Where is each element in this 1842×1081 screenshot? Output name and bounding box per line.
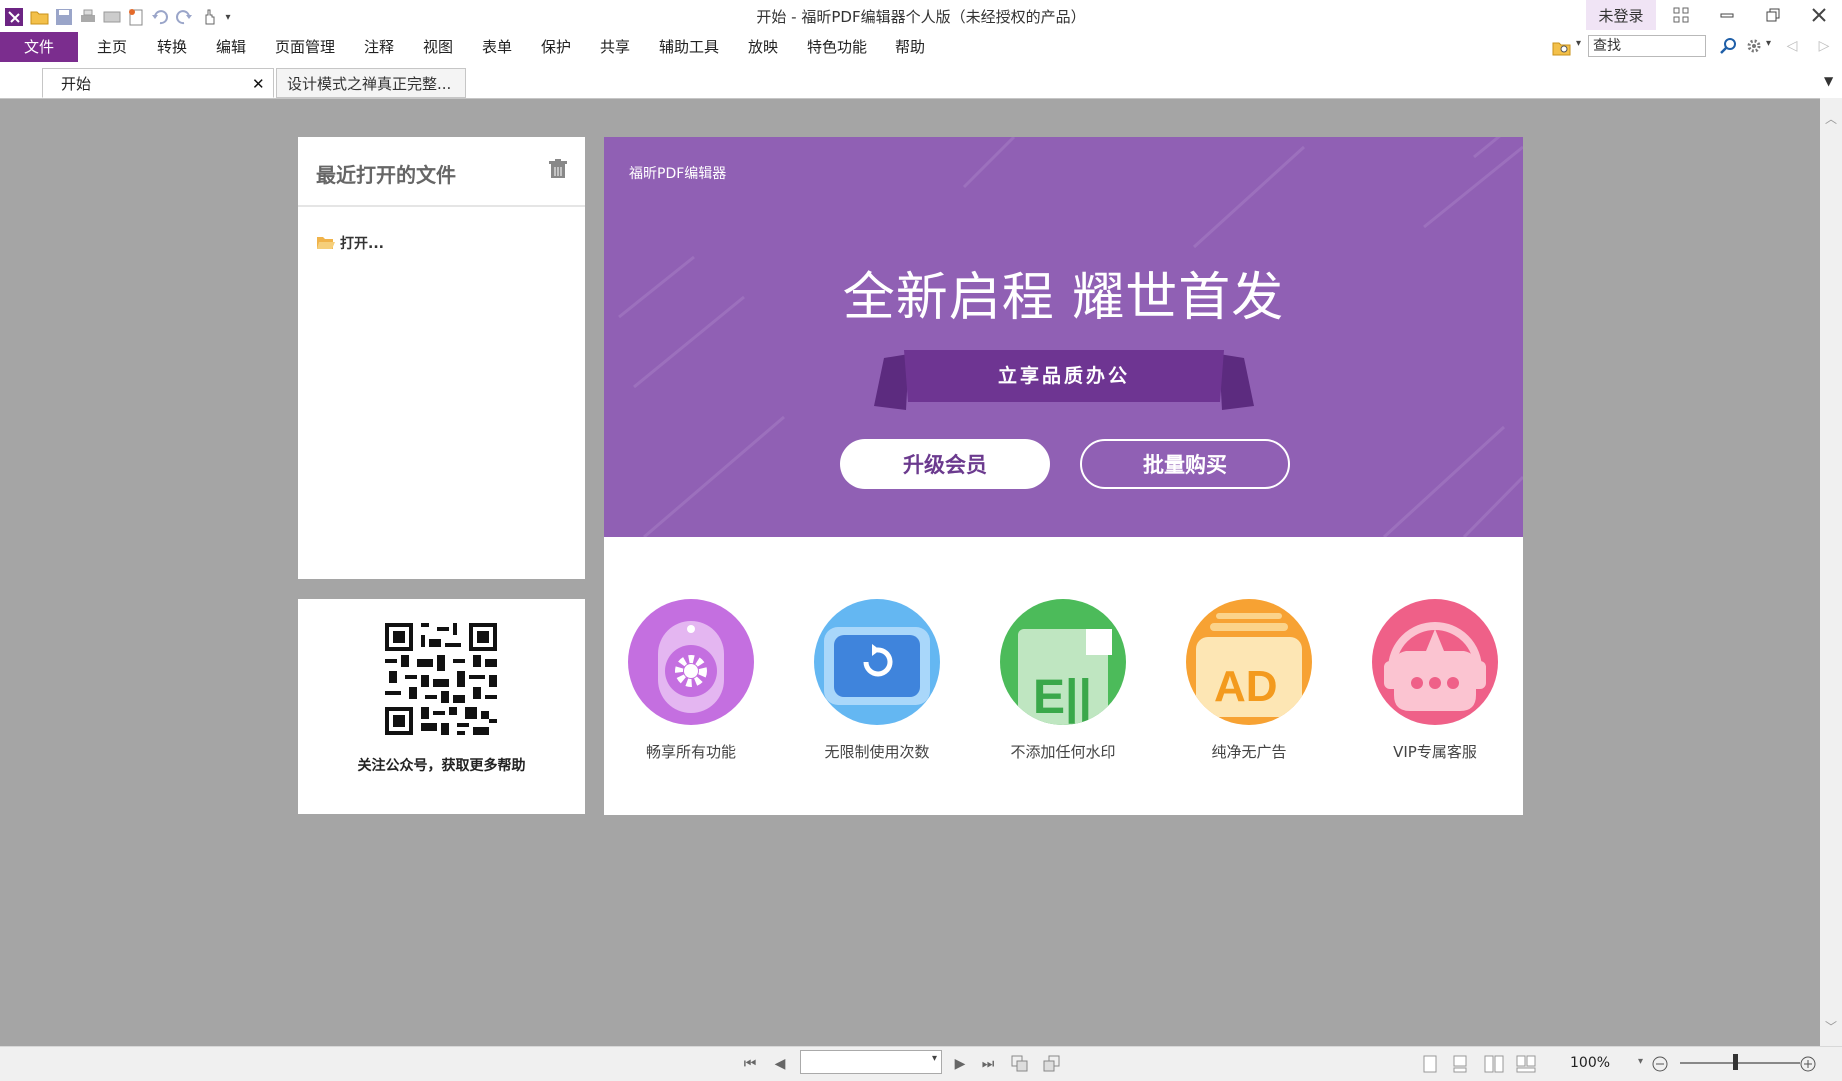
upgrade-member-button[interactable]: 升级会员 (840, 439, 1050, 489)
open-file-label: 打开... (340, 236, 384, 252)
ad-icon: AD (1186, 599, 1312, 725)
scroll-down-icon[interactable]: ﹀ (1825, 1018, 1837, 1035)
menu-file[interactable]: 文件 (0, 32, 78, 62)
forward-arrow-icon[interactable]: ▷ (1814, 36, 1834, 56)
zoom-in-icon[interactable] (1798, 1054, 1818, 1074)
menu-protect[interactable]: 保护 (534, 32, 578, 62)
refresh-icon (814, 599, 940, 725)
find-files-icon[interactable] (1552, 37, 1572, 57)
trash-icon[interactable] (548, 159, 568, 183)
stamp-icon: E|| (1000, 599, 1126, 725)
facing-view-icon[interactable] (1484, 1054, 1504, 1074)
search-icon[interactable] (1718, 36, 1738, 56)
settings-gear-icon[interactable] (1744, 36, 1764, 56)
zoom-slider[interactable] (1680, 1062, 1800, 1064)
svg-text:E||: E|| (1033, 671, 1092, 724)
recent-files-title: 最近打开的文件 (316, 163, 456, 187)
recent-files-panel: 最近打开的文件 打开... (298, 137, 585, 579)
promo-ribbon-text: 立享品质办公 (997, 365, 1130, 387)
zoom-slider-thumb[interactable] (1733, 1054, 1738, 1070)
tab-start[interactable]: 开始 (42, 68, 274, 98)
zoom-level[interactable]: 100% (1570, 1055, 1610, 1071)
first-page-icon[interactable]: ⏮ (740, 1054, 760, 1074)
continuous-facing-view-icon[interactable] (1516, 1054, 1536, 1074)
vertical-scrollbar[interactable]: ︿ ﹀ (1820, 98, 1842, 1046)
zoom-out-icon[interactable] (1650, 1054, 1670, 1074)
qr-panel: 关注公众号，获取更多帮助 (298, 599, 585, 814)
previous-view-icon[interactable] (1010, 1054, 1030, 1074)
folder-open-icon (317, 237, 335, 249)
scroll-up-icon[interactable]: ︿ (1825, 110, 1837, 127)
last-page-icon[interactable]: ⏭ (978, 1054, 998, 1074)
promo-banner: 福昕PDF编辑器 全新启程 耀世首发 立享品质办公 升级会员 批量购买 (604, 137, 1523, 537)
menu-convert[interactable]: 转换 (150, 32, 194, 62)
page-number-input[interactable]: ▾ (800, 1050, 942, 1074)
tab-document[interactable]: 设计模式之禅真正完整... (276, 68, 466, 98)
menu-featured[interactable]: 特色功能 (802, 32, 872, 62)
tab-label: 开始 (61, 75, 92, 93)
qr-code-image (385, 623, 497, 735)
tab-list-dropdown-icon[interactable]: ▼ (1824, 74, 1833, 88)
tab-close-icon[interactable]: ✕ (252, 75, 265, 93)
menu-comment[interactable]: 注释 (357, 32, 401, 62)
minimize-button[interactable] (1704, 0, 1750, 30)
close-window-button[interactable] (1796, 0, 1842, 30)
tab-label: 设计模式之禅真正完整... (287, 75, 452, 93)
menu-accessibility[interactable]: 辅助工具 (654, 32, 724, 62)
back-arrow-icon[interactable]: ◁ (1782, 36, 1802, 56)
chat-icon (1372, 599, 1498, 725)
menu-home[interactable]: 主页 (90, 32, 134, 62)
continuous-view-icon[interactable] (1450, 1054, 1470, 1074)
menu-edit[interactable]: 编辑 (209, 32, 253, 62)
feature-label: VIP专属客服 (1393, 743, 1477, 761)
promo-panel: 福昕PDF编辑器 全新启程 耀世首发 立享品质办公 升级会员 批量购买 畅享所有… (604, 137, 1523, 815)
settings-dropdown-icon[interactable]: ▾ (1766, 38, 1771, 49)
next-page-icon[interactable]: ▶ (950, 1054, 970, 1074)
menu-share[interactable]: 共享 (593, 32, 637, 62)
promo-headline: 全新启程 耀世首发 (842, 268, 1285, 328)
divider (298, 205, 585, 207)
bulk-purchase-button[interactable]: 批量购买 (1080, 439, 1290, 489)
menu-page-management[interactable]: 页面管理 (270, 32, 340, 62)
feature-label: 不添加任何水印 (1010, 743, 1116, 761)
feature-no-ads: AD 纯净无广告 (1174, 599, 1324, 762)
search-input[interactable]: 查找 (1588, 35, 1706, 57)
open-file-link[interactable]: 打开... (316, 233, 384, 253)
gear-icon (628, 599, 754, 725)
zoom-dropdown-icon[interactable]: ▾ (1638, 1056, 1643, 1067)
promo-brand: 福昕PDF编辑器 (629, 166, 727, 182)
layout-grid-icon[interactable] (1658, 0, 1704, 30)
restore-button[interactable] (1750, 0, 1796, 30)
menu-help[interactable]: 帮助 (888, 32, 932, 62)
qr-caption: 关注公众号，获取更多帮助 (357, 758, 526, 774)
feature-no-watermark: E|| 不添加任何水印 (988, 599, 1138, 762)
feature-all-functions: 畅享所有功能 (616, 599, 766, 762)
feature-label: 无限制使用次数 (824, 743, 930, 761)
feature-vip-service: VIP专属客服 (1360, 599, 1510, 762)
login-button[interactable]: 未登录 (1586, 0, 1656, 30)
previous-page-icon[interactable]: ◀ (770, 1054, 790, 1074)
page-dropdown-icon[interactable]: ▾ (932, 1053, 937, 1064)
menu-view[interactable]: 视图 (416, 32, 460, 62)
window-title: 开始 - 福昕PDF编辑器个人版（未经授权的产品） (756, 8, 1086, 26)
menu-slideshow[interactable]: 放映 (741, 32, 785, 62)
feature-label: 畅享所有功能 (645, 743, 736, 761)
feature-label: 纯净无广告 (1211, 743, 1287, 761)
find-dropdown-icon[interactable]: ▾ (1576, 38, 1581, 49)
single-page-view-icon[interactable] (1420, 1054, 1440, 1074)
svg-text:AD: AD (1214, 662, 1278, 711)
next-view-icon[interactable] (1042, 1054, 1062, 1074)
promo-decoration (618, 137, 1523, 537)
menu-form[interactable]: 表单 (475, 32, 519, 62)
feature-unlimited-use: 无限制使用次数 (802, 599, 952, 762)
